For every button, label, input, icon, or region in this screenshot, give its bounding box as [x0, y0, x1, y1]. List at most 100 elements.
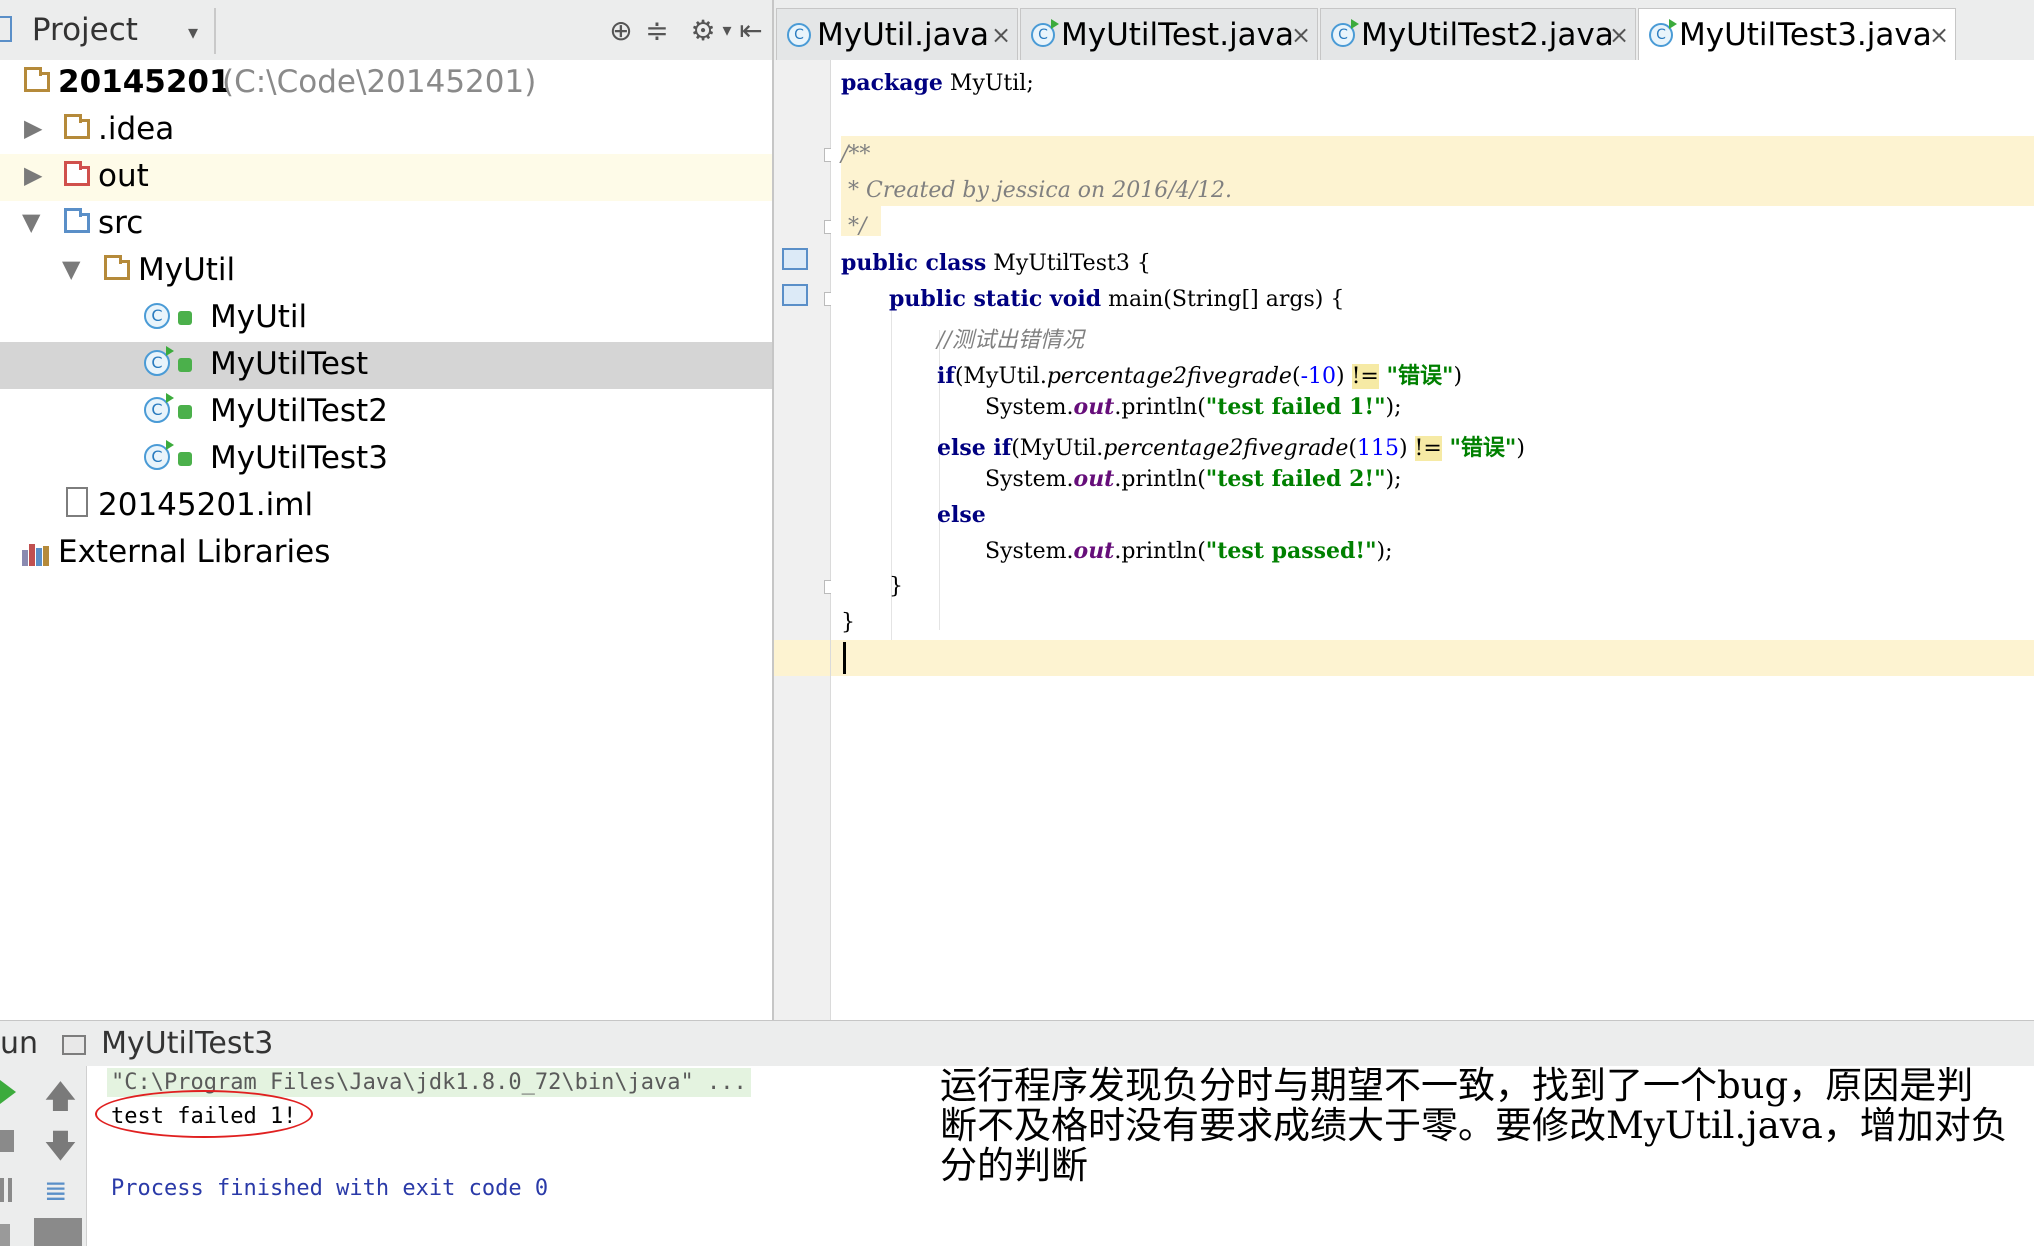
pause-icon[interactable] — [0, 1178, 12, 1202]
code-line-3: /** — [841, 142, 871, 167]
run-method-gutter-icon[interactable] — [782, 284, 808, 306]
tab-label: MyUtilTest.java — [1061, 17, 1295, 53]
hide-panel-icon[interactable]: ⇤ — [734, 14, 768, 48]
module-file-icon — [66, 487, 88, 517]
tree-item-label: 20145201.iml — [98, 487, 314, 523]
collapse-arrow-icon[interactable]: ▼ — [62, 255, 80, 283]
module-folder-icon — [24, 67, 50, 92]
collapse-arrow-icon[interactable]: ▼ — [22, 208, 40, 236]
code-line-16: } — [841, 610, 855, 635]
tree-item-src[interactable]: ▼ src — [0, 201, 772, 248]
run-panel-title[interactable]: un MyUtilTest3 — [0, 1026, 273, 1061]
run-toolbar: 🡅 🡇 ≣ — [0, 1066, 87, 1246]
scroll-down-icon[interactable]: 🡇 — [44, 1124, 77, 1178]
tree-item-class-myutil[interactable]: C MyUtil — [0, 295, 772, 342]
tree-item-label: MyUtilTest — [210, 346, 369, 382]
console-line-exit: Process finished with exit code 0 — [111, 1176, 549, 1201]
code-line-15: } — [889, 574, 903, 599]
tree-item-iml[interactable]: 20145201.iml — [0, 483, 772, 530]
tab-myutiltest3-java[interactable]: C MyUtilTest3.java × — [1638, 8, 1956, 62]
expand-arrow-icon[interactable]: ▶ — [24, 161, 42, 189]
text-cursor — [843, 642, 846, 674]
editor-tab-bar: C MyUtil.java × C MyUtilTest.java × C My… — [774, 0, 2034, 62]
tree-item-label: MyUtilTest3 — [210, 440, 388, 476]
run-title-prefix: un — [0, 1026, 39, 1061]
runnable-class-icon: C — [144, 346, 174, 376]
access-icon — [178, 311, 192, 325]
tree-item-path: (C:\Code\20145201) — [222, 64, 537, 100]
access-icon — [178, 358, 192, 372]
project-view-selector[interactable]: Project — [0, 12, 138, 48]
editor-gutter[interactable] — [774, 60, 836, 1020]
scroll-up-icon[interactable]: 🡅 — [44, 1074, 77, 1128]
runnable-class-icon: C — [1331, 19, 1359, 47]
runnable-class-icon: C — [144, 393, 174, 423]
library-icon — [22, 542, 50, 566]
tree-item-label: MyUtilTest2 — [210, 393, 388, 429]
stop-icon[interactable] — [0, 1130, 14, 1152]
annotation-circle — [95, 1090, 313, 1138]
expand-arrow-icon[interactable]: ▶ — [24, 114, 42, 142]
close-tab-icon[interactable]: × — [991, 21, 1011, 49]
access-icon — [178, 405, 192, 419]
tree-item-myutiltest2[interactable]: C MyUtilTest2 — [0, 389, 772, 436]
pin-icon[interactable] — [0, 1224, 10, 1246]
project-view-label: Project — [31, 12, 138, 48]
tab-label: MyUtilTest2.java — [1361, 17, 1614, 53]
print-icon[interactable] — [34, 1218, 82, 1246]
tab-label: MyUtilTest3.java — [1679, 17, 1932, 53]
folder-icon — [64, 114, 90, 139]
tree-item-label: External Libraries — [58, 534, 331, 570]
tab-myutiltest2-java[interactable]: C MyUtilTest2.java × — [1320, 8, 1636, 60]
tree-item-out[interactable]: ▶ out — [0, 154, 772, 201]
tree-item-label: .idea — [98, 111, 175, 147]
project-tree: 20145201 (C:\Code\20145201) ▶ .idea ▶ ou… — [0, 60, 772, 1020]
tree-item-label: 20145201 — [58, 64, 231, 100]
tab-myutiltest-java[interactable]: C MyUtilTest.java × — [1020, 8, 1318, 60]
run-panel-header — [0, 1020, 2034, 1068]
soft-wrap-icon[interactable]: ≣ — [44, 1174, 67, 1207]
close-tab-icon[interactable]: × — [1609, 21, 1629, 49]
code-line-5: */ — [841, 214, 867, 239]
code-line-9: if(MyUtil.percentage2fivegrade(-10) != "… — [937, 363, 1463, 389]
run-config-name: MyUtilTest3 — [101, 1026, 274, 1061]
code-line-7: public static void main(String[] args) { — [889, 286, 1345, 312]
close-tab-icon[interactable]: × — [1929, 21, 1949, 49]
code-editor[interactable]: package MyUtil; /** * Created by jessica… — [831, 60, 2034, 1020]
run-class-gutter-icon[interactable] — [782, 248, 808, 270]
locate-icon[interactable]: ⊕ — [604, 14, 638, 48]
code-line-10: System.out.println("test failed 1!"); — [985, 394, 1402, 420]
console-tab-icon — [61, 1035, 86, 1055]
code-line-4: * Created by jessica on 2016/4/12. — [841, 178, 1233, 203]
code-line-1: package MyUtil; — [841, 70, 1034, 96]
excluded-folder-icon — [64, 161, 90, 186]
source-folder-icon — [64, 208, 90, 233]
tree-item-myutiltest[interactable]: C MyUtilTest — [0, 342, 772, 389]
tree-item-package-myutil[interactable]: ▼ MyUtil — [0, 248, 772, 295]
runnable-class-icon: C — [144, 440, 174, 470]
tree-item-label: src — [98, 205, 144, 241]
tree-item-myutiltest3[interactable]: C MyUtilTest3 — [0, 436, 772, 483]
project-view-dropdown-icon[interactable]: ▾ — [188, 20, 198, 44]
close-tab-icon[interactable]: × — [1291, 21, 1311, 49]
current-line-gutter — [774, 640, 830, 676]
code-line-8: //测试出错情况 — [937, 328, 1084, 353]
project-icon — [0, 16, 12, 42]
tree-item-idea[interactable]: ▶ .idea — [0, 107, 772, 154]
class-icon: C — [144, 303, 170, 329]
tab-myutil-java[interactable]: C MyUtil.java × — [776, 8, 1018, 60]
runnable-class-icon: C — [1031, 19, 1059, 47]
access-icon — [178, 452, 192, 466]
code-line-11: else if(MyUtil.percentage2fivegrade(115)… — [937, 435, 1525, 461]
annotation-note: 运行程序发现负分时与期望不一致，找到了一个bug，原因是判断不及格时没有要求成绩… — [940, 1064, 2008, 1187]
tree-item-root[interactable]: 20145201 (C:\Code\20145201) — [0, 60, 772, 107]
current-line-highlight — [831, 640, 2034, 676]
tree-item-external-libraries[interactable]: External Libraries — [0, 530, 772, 577]
runnable-class-icon: C — [1649, 19, 1677, 47]
tab-label: MyUtil.java — [817, 17, 989, 53]
tree-item-label: MyUtil — [138, 252, 236, 288]
code-line-6: public class MyUtilTest3 { — [841, 250, 1151, 276]
rerun-icon[interactable] — [0, 1080, 16, 1104]
class-icon: C — [787, 23, 811, 47]
collapse-all-icon[interactable]: ≑ — [640, 14, 674, 48]
